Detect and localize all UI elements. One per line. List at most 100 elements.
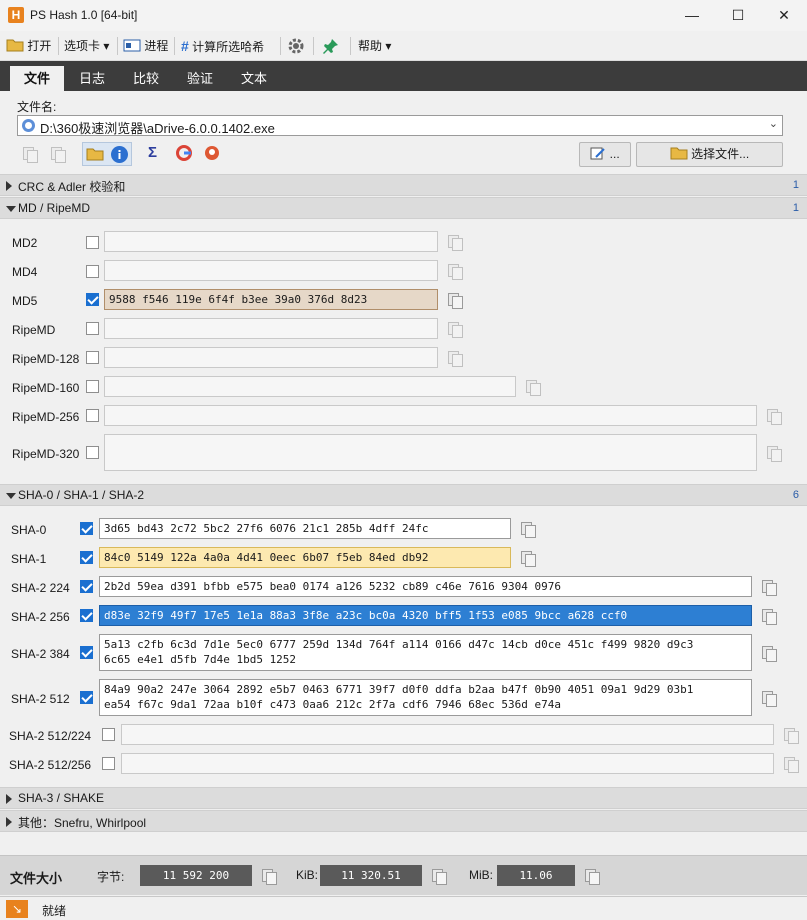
- sha-row-label: SHA-2 512/224: [9, 729, 92, 743]
- process-icon: [123, 39, 141, 52]
- md4-checkbox[interactable]: [86, 265, 99, 278]
- ripemd-160-checkbox[interactable]: [86, 380, 99, 393]
- md-row-label: MD2: [12, 236, 38, 250]
- md4-field[interactable]: [104, 260, 438, 281]
- sha2-384-field[interactable]: 5a13 c2fb 6c3d 7d1e 5ec0 6777 259d 134d …: [99, 634, 752, 671]
- copy-icon[interactable]: [447, 234, 463, 251]
- choose-file-label: 选择文件...: [691, 147, 750, 161]
- folder-icon: [6, 39, 24, 52]
- google-icon[interactable]: [176, 145, 192, 161]
- section-sha[interactable]: SHA-0 / SHA-1 / SHA-2 6: [0, 484, 807, 506]
- copy-icon[interactable]: [761, 579, 777, 596]
- kib-value: 11 320.51: [320, 865, 422, 886]
- md2-checkbox[interactable]: [86, 236, 99, 249]
- copy-icon[interactable]: [783, 756, 799, 773]
- sha1-checkbox[interactable]: [80, 551, 93, 564]
- copy-icon[interactable]: [584, 868, 600, 885]
- sha2-224-field[interactable]: 2b2d 59ea d391 bfbb e575 bea0 0174 a126 …: [99, 576, 752, 597]
- md2-field[interactable]: [104, 231, 438, 252]
- close-button[interactable]: ✕: [761, 0, 807, 31]
- sha2-256-checkbox[interactable]: [80, 609, 93, 622]
- copy-icon[interactable]: [761, 690, 777, 707]
- copy-icon[interactable]: [447, 321, 463, 338]
- sha2-512-256-checkbox[interactable]: [102, 757, 115, 770]
- sigma-icon[interactable]: Σ: [148, 144, 157, 161]
- sha1-field[interactable]: 84c0 5149 122a 4a0a 4d41 0eec 6b07 f5eb …: [99, 547, 511, 568]
- ripemd-320-field[interactable]: [104, 434, 757, 471]
- folder-open-icon[interactable]: [86, 146, 104, 162]
- minimize-button[interactable]: —: [669, 0, 715, 31]
- toolbar-separator: [280, 37, 281, 55]
- choose-file-button[interactable]: 选择文件...: [636, 142, 783, 167]
- info-icon[interactable]: [110, 145, 129, 164]
- copy-icon[interactable]: [431, 868, 447, 885]
- help-menu-button[interactable]: 帮助 ▾: [358, 37, 391, 55]
- settings-button[interactable]: [287, 37, 305, 55]
- bytes-label: 字节:: [97, 870, 125, 884]
- copy-icon[interactable]: [783, 727, 799, 744]
- tab-text[interactable]: 文本: [228, 66, 280, 91]
- sha2-224-checkbox[interactable]: [80, 580, 93, 593]
- ripemd-160-field[interactable]: [104, 376, 516, 397]
- pin-button[interactable]: [322, 37, 340, 55]
- more-options-button[interactable]: ...: [579, 142, 631, 167]
- tab-compare[interactable]: 比较: [120, 66, 172, 91]
- process-button[interactable]: 进程: [123, 37, 168, 55]
- sha2-512-224-field[interactable]: [121, 724, 774, 745]
- copy-icon[interactable]: [520, 550, 536, 567]
- copy-icon[interactable]: [525, 379, 541, 396]
- compute-selected-label: 计算所选哈希: [192, 40, 265, 54]
- ripemd-320-checkbox[interactable]: [86, 446, 99, 459]
- status-arrow-icon[interactable]: ↘: [6, 900, 28, 918]
- ripemd-128-field[interactable]: [104, 347, 438, 368]
- ripemd-256-field[interactable]: [104, 405, 757, 426]
- copy-icon[interactable]: [447, 292, 463, 309]
- duckduckgo-icon[interactable]: [204, 145, 220, 161]
- md5-field[interactable]: 9588 f546 119e 6f4f b3ee 39a0 376d 8d23: [104, 289, 438, 310]
- maximize-button[interactable]: ☐: [715, 0, 761, 31]
- sha2-512-256-field[interactable]: [121, 753, 774, 774]
- md5-checkbox[interactable]: [86, 293, 99, 306]
- sha2-512-224-checkbox[interactable]: [102, 728, 115, 741]
- ripemd-checkbox[interactable]: [86, 322, 99, 335]
- file-path-combo[interactable]: D:\360极速浏览器\aDrive-6.0.0.1402.exe ⌄: [17, 115, 783, 136]
- section-sha3-shake[interactable]: SHA-3 / SHAKE: [0, 787, 807, 809]
- section-md-ripemd[interactable]: MD / RipeMD 1: [0, 197, 807, 219]
- copy-icon[interactable]: [766, 408, 782, 425]
- toolbar: 打开 选项卡 ▾ 进程 # 计算所选哈希 帮助 ▾: [0, 31, 807, 61]
- compute-selected-button[interactable]: # 计算所选哈希: [181, 37, 264, 55]
- ripemd-128-checkbox[interactable]: [86, 351, 99, 364]
- tab-file[interactable]: 文件: [10, 66, 64, 91]
- sha2-256-field[interactable]: d83e 32f9 49f7 17e5 1e1a 88a3 3f8e a23c …: [99, 605, 752, 626]
- tab-verify[interactable]: 验证: [174, 66, 226, 91]
- sha2-512-checkbox[interactable]: [80, 691, 93, 704]
- open-button[interactable]: 打开: [6, 37, 51, 55]
- tab-log[interactable]: 日志: [66, 66, 118, 91]
- sha2-512-field[interactable]: 84a9 90a2 247e 3064 2892 e5b7 0463 6771 …: [99, 679, 752, 716]
- sha0-checkbox[interactable]: [80, 522, 93, 535]
- copy-icon[interactable]: [520, 521, 536, 538]
- process-label: 进程: [144, 39, 169, 53]
- folder-icon: [670, 147, 688, 160]
- view-toggle-group: [82, 142, 132, 166]
- browser-icon: [22, 119, 35, 132]
- chevron-down-icon[interactable]: ⌄: [769, 117, 778, 130]
- ripemd-256-checkbox[interactable]: [86, 409, 99, 422]
- section-other[interactable]: 其他：Snefru, Whirlpool: [0, 810, 807, 832]
- md-row-label: MD4: [12, 265, 38, 279]
- sha0-field[interactable]: 3d65 bd43 2c72 5bc2 27f6 6076 21c1 285b …: [99, 518, 511, 539]
- options-menu-button[interactable]: 选项卡 ▾: [64, 37, 109, 55]
- section-crc-adler[interactable]: CRC & Adler 校验和 1: [0, 174, 807, 196]
- copy-icon[interactable]: [761, 608, 777, 625]
- copy-icon[interactable]: [447, 263, 463, 280]
- sha2-384-checkbox[interactable]: [80, 646, 93, 659]
- mib-value: 11.06: [497, 865, 575, 886]
- copy-icon[interactable]: [22, 146, 38, 163]
- copy-icon[interactable]: [261, 868, 277, 885]
- copy-icon[interactable]: [761, 645, 777, 662]
- copy-icon[interactable]: [766, 445, 782, 462]
- ripemd-field[interactable]: [104, 318, 438, 339]
- hash-icon: #: [181, 38, 189, 54]
- copy-icon[interactable]: [447, 350, 463, 367]
- paste-icon[interactable]: [50, 146, 66, 163]
